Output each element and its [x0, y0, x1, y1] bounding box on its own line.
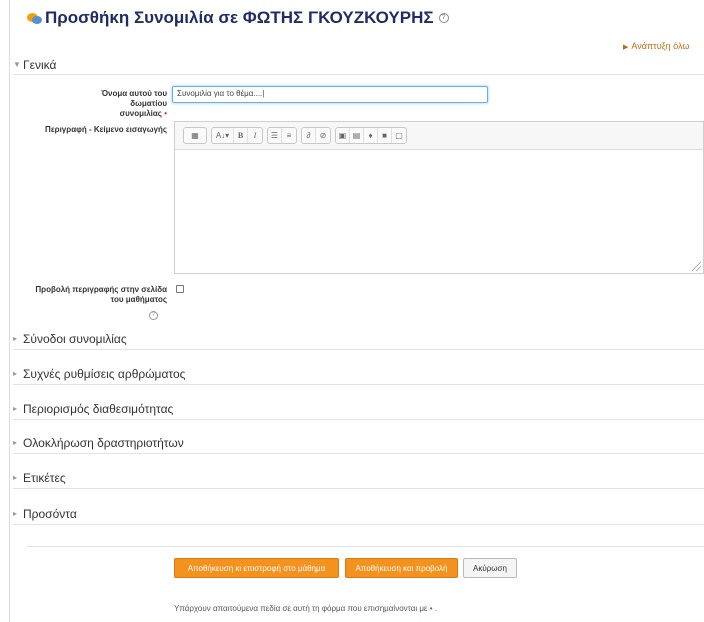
section-common-module-settings-label[interactable]: Συχνές ρυθμίσεις αρθρώματος	[23, 367, 185, 381]
expand-all-label[interactable]: Ανάπτυξη όλω	[631, 41, 689, 51]
page-title: Προσθήκη Συνομιλία σε ΦΩΤΗΣ ΓΚΟΥΖΚΟΥΡΗΣ …	[27, 8, 449, 28]
chat-icon	[27, 12, 43, 25]
caret-right-icon: ▶	[623, 44, 629, 51]
section-chat-sessions-label[interactable]: Σύνοδοι συνομιλίας	[23, 332, 127, 346]
description-label: Περιγραφή - Κείμενο εισαγωγής	[45, 125, 167, 134]
section-tags-label[interactable]: Ετικέτες	[23, 471, 66, 485]
section-competencies-label[interactable]: Προσόντα	[23, 507, 77, 521]
caret-right-icon: ▸	[13, 334, 18, 343]
cancel-button[interactable]: Ακύρωση	[463, 558, 517, 578]
table-icon[interactable]: ▦	[184, 128, 206, 143]
section-restrict-access-label[interactable]: Περιορισμός διαθεσιμότητας	[23, 402, 173, 416]
show-description-label: Προβολή περιγραφής στην σελίδα του μαθήμ…	[22, 285, 167, 305]
required-fields-note-text: Υπάρχουν απαιτούμενα πεδία σε αυτή τη φό…	[174, 604, 428, 613]
record-audio-icon[interactable]: ♦	[364, 128, 378, 143]
description-editor[interactable]: ▦ A↓▾ B I ☰ ≡ ∂ ⊘ ▣ ▤ ♦ ■ ▢	[174, 121, 704, 274]
italic-icon[interactable]: I	[248, 128, 262, 143]
caret-right-icon: ▸	[13, 369, 18, 378]
caret-right-icon: ▸	[13, 438, 18, 447]
help-icon[interactable]: ?	[438, 13, 449, 23]
section-general[interactable]: ▼ Γενικά	[13, 55, 704, 75]
divider	[27, 546, 704, 547]
show-description-line2: του μαθήματος	[110, 295, 167, 304]
link-icon[interactable]: ∂	[302, 128, 316, 143]
media-icon[interactable]: ▤	[350, 128, 364, 143]
chat-name-input[interactable]: Συνομιλία για το θέμα....|	[172, 86, 488, 103]
manage-files-icon[interactable]: ▢	[392, 128, 406, 143]
name-label-line1: Όνομα αυτού του δωματίου	[101, 89, 167, 108]
section-chat-sessions[interactable]: ▸ Σύνοδοι συνομιλίας	[13, 328, 704, 350]
required-fields-note-end: .	[434, 604, 438, 613]
show-description-line1: Προβολή περιγραφής στην σελίδα	[35, 285, 167, 294]
expand-all-link[interactable]: ▶ Ανάπτυξη όλω	[623, 41, 689, 51]
page-left-border	[9, 0, 10, 622]
editor-toolbar: ▦ A↓▾ B I ☰ ≡ ∂ ⊘ ▣ ▤ ♦ ■ ▢	[175, 122, 703, 150]
section-activity-completion[interactable]: ▸ Ολοκλήρωση δραστηριοτήτων	[13, 432, 704, 454]
caret-down-icon: ▼	[13, 60, 21, 69]
required-marker: •	[429, 604, 433, 613]
unordered-list-icon[interactable]: ☰	[268, 128, 282, 143]
record-video-icon[interactable]: ■	[378, 128, 392, 143]
name-field-label: Όνομα αυτού του δωματίου συνομιλίας •	[64, 89, 167, 119]
section-tags[interactable]: ▸ Ετικέτες	[13, 467, 704, 489]
caret-right-icon: ▸	[13, 509, 18, 518]
section-activity-completion-label[interactable]: Ολοκλήρωση δραστηριοτήτων	[23, 436, 184, 450]
image-icon[interactable]: ▣	[336, 128, 350, 143]
ordered-list-icon[interactable]: ≡	[282, 128, 296, 143]
section-common-module-settings[interactable]: ▸ Συχνές ρυθμίσεις αρθρώματος	[13, 363, 704, 385]
unlink-icon[interactable]: ⊘	[316, 128, 330, 143]
section-competencies[interactable]: ▸ Προσόντα	[13, 503, 704, 525]
resize-grip-icon[interactable]	[692, 262, 701, 271]
section-restrict-access[interactable]: ▸ Περιορισμός διαθεσιμότητας	[13, 398, 704, 420]
save-display-button[interactable]: Αποθήκευση και προβολή	[345, 558, 458, 578]
caret-right-icon: ▸	[13, 473, 18, 482]
help-icon[interactable]: ?	[149, 311, 158, 320]
bold-icon[interactable]: B	[234, 128, 248, 143]
save-return-button[interactable]: Αποθήκευση κι επιστροφή στο μάθημα	[174, 558, 339, 578]
page-title-text: Προσθήκη Συνομιλία σε ΦΩΤΗΣ ΓΚΟΥΖΚΟΥΡΗΣ	[45, 8, 434, 27]
name-label-line2: συνομιλίας	[119, 109, 162, 118]
show-description-checkbox[interactable]	[176, 285, 184, 293]
font-style-icon[interactable]: A↓▾	[212, 128, 234, 143]
required-fields-note: Υπάρχουν απαιτούμενα πεδία σε αυτή τη φό…	[174, 604, 437, 613]
section-general-label[interactable]: Γενικά	[23, 58, 56, 72]
required-marker: •	[164, 109, 167, 118]
caret-right-icon: ▸	[13, 404, 18, 413]
